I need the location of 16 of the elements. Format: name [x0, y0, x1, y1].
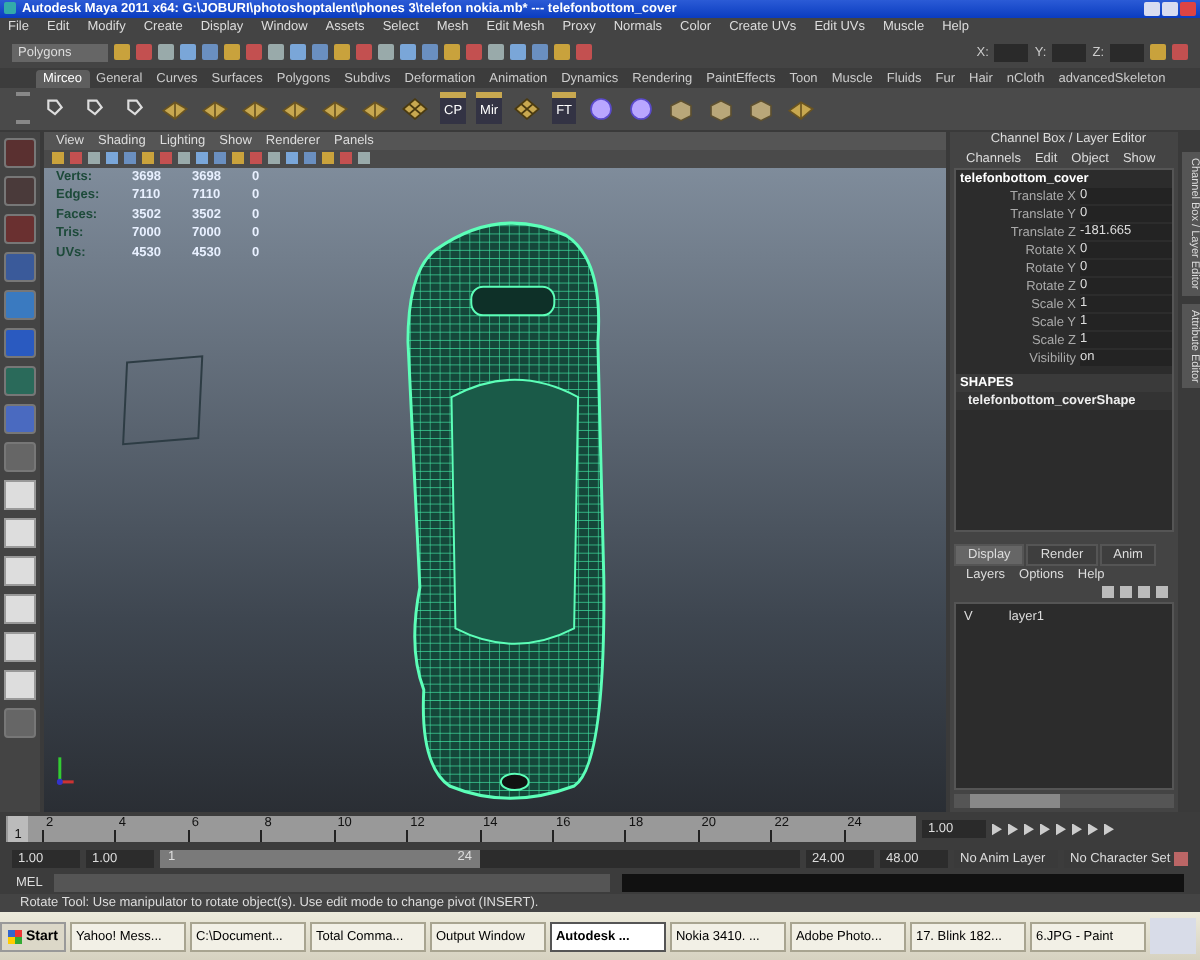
- coordinate-field[interactable]: [1110, 43, 1144, 62]
- grid-mesh-icon[interactable]: [400, 93, 430, 124]
- grid-mesh-icon[interactable]: [512, 93, 543, 124]
- maximize-button[interactable]: [1162, 1, 1178, 16]
- system-tray: [1149, 918, 1196, 955]
- minimize-button[interactable]: [1144, 1, 1160, 16]
- app-icon: [4, 2, 16, 15]
- axis-indicator-icon: [56, 757, 74, 785]
- camera-frame-icon: [122, 354, 204, 446]
- windows-logo-icon: [8, 929, 22, 944]
- coordinate-field[interactable]: [1052, 43, 1087, 62]
- play-icon[interactable]: [1056, 823, 1066, 836]
- command-input[interactable]: [54, 874, 611, 893]
- horizontal-scrollbar[interactable]: [954, 794, 1174, 809]
- shelf-grip-icon[interactable]: [16, 92, 30, 125]
- coordinate-field[interactable]: [994, 43, 1029, 62]
